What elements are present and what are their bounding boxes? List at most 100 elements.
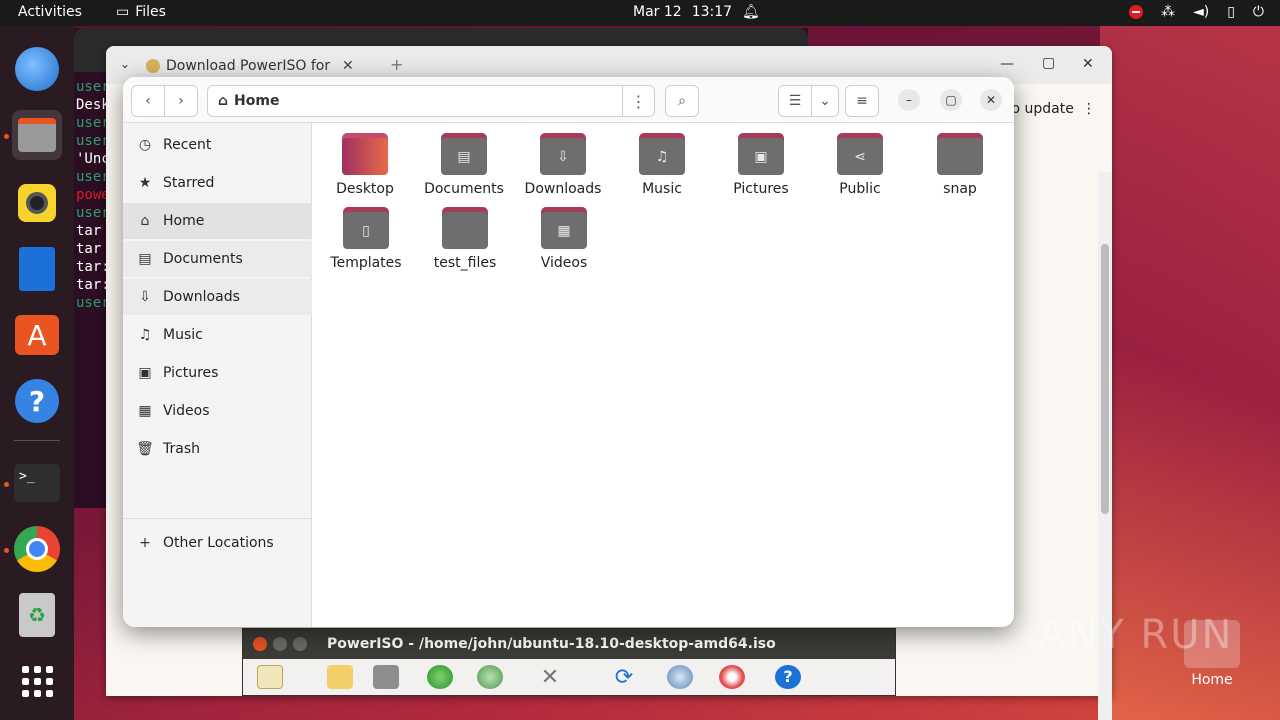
back-button[interactable]: ‹ [131,85,165,117]
sidebar-item-label: Recent [163,137,212,153]
extract-icon[interactable] [477,665,503,689]
dock-appcenter[interactable]: A [12,310,62,360]
save-icon[interactable] [373,665,399,689]
sidebar-item-pictures[interactable]: ▣ Pictures [123,355,312,391]
folder-label: Videos [540,255,588,271]
path-menu-button[interactable]: ⋮ [622,86,654,116]
new-icon[interactable] [257,665,283,689]
close-window-icon[interactable] [253,637,267,651]
dock-terminal[interactable]: >_ [12,458,62,508]
minimize-window-icon[interactable] [273,637,287,651]
dock-rhythmbox[interactable] [12,178,62,228]
appcenter-icon: A [15,315,59,355]
files-icon [18,118,56,152]
maximize-window-icon[interactable] [293,637,307,651]
places-sidebar: ◷ Recent ★ Starred ⌂ Home ▤ Documents ⇩ … [123,123,312,627]
delete-icon[interactable]: ✕ [537,665,563,690]
sidebar-item-downloads[interactable]: ⇩ Downloads [123,279,312,315]
folder-item[interactable]: ▯ Templates [316,207,416,271]
dock-trash[interactable]: ♻ [12,590,62,640]
sidebar-item-trash[interactable]: 🗑 Trash [123,431,312,467]
writer-icon [19,247,55,291]
terminal-line: tar: [76,259,110,275]
dock-help[interactable]: ? [12,376,62,426]
forward-button[interactable]: › [164,85,198,117]
sidebar-item-music[interactable]: ♫ Music [123,317,312,353]
dock: A ? >_ ♻ [0,26,74,720]
activities-button[interactable]: Activities [18,4,82,20]
path-bar[interactable]: ⌂ Home ⋮ [207,85,655,117]
folder-label: Documents [424,181,504,197]
path-home[interactable]: ⌂ Home [208,86,622,116]
folder-item[interactable]: test_files [415,207,515,271]
dock-chrome[interactable] [12,524,62,574]
sidebar-item-starred[interactable]: ★ Starred [123,165,312,201]
add-icon[interactable] [427,665,453,689]
show-apps-button[interactable] [12,656,62,706]
kebab-menu-icon[interactable]: ⋮ [1082,101,1096,117]
app-menu[interactable]: ▭ Files [116,4,166,20]
help-icon[interactable]: ? [775,665,801,689]
path-label: Home [234,93,280,109]
close-icon[interactable]: ✕ [1082,56,1094,72]
dnd-icon [1128,5,1143,19]
folder-label: test_files [433,255,497,271]
main-menu-button[interactable]: ≡ [845,85,879,117]
poweriso-titlebar: PowerISO - /home/john/ubuntu-18.10-deskt… [243,629,895,659]
folder-item[interactable]: ⇩ Downloads [513,133,613,197]
files-window[interactable]: ‹ › ⌂ Home ⋮ ⌕ ☰ ⌄ ≡ – ▢ ✕ ◷ Recent ★ St… [123,77,1014,627]
maximize-button[interactable]: ▢ [940,89,962,111]
folder-item[interactable]: ▦ Videos [514,207,614,271]
folder-item[interactable]: ▣ Pictures [711,133,811,197]
chevron-left-icon: ‹ [145,93,151,109]
sidebar-item-other-locations[interactable]: + Other Locations [123,525,312,561]
burn-icon[interactable] [719,665,745,689]
clock[interactable]: Mar 12 13:17 🔔︎ [633,4,760,20]
refresh-icon[interactable]: ⟳ [611,665,637,690]
close-tab-icon[interactable]: ✕ [342,58,354,74]
maximize-icon[interactable]: ▢ [1042,55,1055,71]
dock-writer[interactable] [12,244,62,294]
folder-item[interactable]: Desktop [315,133,415,197]
close-icon: ✕ [985,93,997,107]
view-list-button[interactable]: ☰ [778,85,812,117]
browser-tab[interactable]: Download PowerISO for ✕ [146,53,378,79]
dock-thunderbird[interactable] [12,44,62,94]
dock-files[interactable] [12,110,62,160]
tab-list-icon[interactable]: ⌄ [120,57,130,71]
terminal-line: user [76,133,110,149]
sidebar-item-label: Documents [163,251,243,267]
minimize-button[interactable]: – [898,89,920,111]
new-tab-icon[interactable]: + [390,55,403,74]
poweriso-title: PowerISO - /home/john/ubuntu-18.10-deskt… [327,636,776,652]
folder-item[interactable]: snap [910,133,1010,197]
scroll-thumb[interactable] [1101,244,1109,514]
search-button[interactable]: ⌕ [665,85,699,117]
mount-icon[interactable] [667,665,693,689]
folder-label: Pictures [733,181,789,197]
terminal-line: user [76,205,110,221]
view-options-button[interactable]: ⌄ [811,85,839,117]
minimize-icon[interactable]: — [1000,56,1014,72]
sidebar-item-documents[interactable]: ▤ Documents [123,241,312,277]
sidebar-item-label: Music [163,327,203,343]
close-button[interactable]: ✕ [980,89,1002,111]
folder-item[interactable]: ♫ Music [612,133,712,197]
music-folder-icon: ♫ [639,133,685,175]
system-tray[interactable]: ⁂ ◄) ▯ ⏻ [1128,4,1264,20]
sidebar-item-recent[interactable]: ◷ Recent [123,127,312,163]
folder-label: snap [943,181,977,197]
sidebar-item-videos[interactable]: ▦ Videos [123,393,312,429]
sidebar-divider [123,518,312,519]
update-button[interactable]: to update ⋮ [1006,92,1106,126]
watermark: ANY RUN [1038,612,1234,658]
sidebar-item-home[interactable]: ⌂ Home [123,203,312,239]
poweriso-window[interactable]: PowerISO - /home/john/ubuntu-18.10-deskt… [242,628,896,696]
open-icon[interactable] [327,665,353,689]
download-icon: ⇩ [139,289,151,305]
folder-item[interactable]: ⋖ Public [810,133,910,197]
folder-label: Downloads [524,181,602,197]
sidebar-item-label: Pictures [163,365,219,381]
files-headerbar: ‹ › ⌂ Home ⋮ ⌕ ☰ ⌄ ≡ – ▢ ✕ [123,77,1014,123]
folder-item[interactable]: ▤ Documents [414,133,514,197]
